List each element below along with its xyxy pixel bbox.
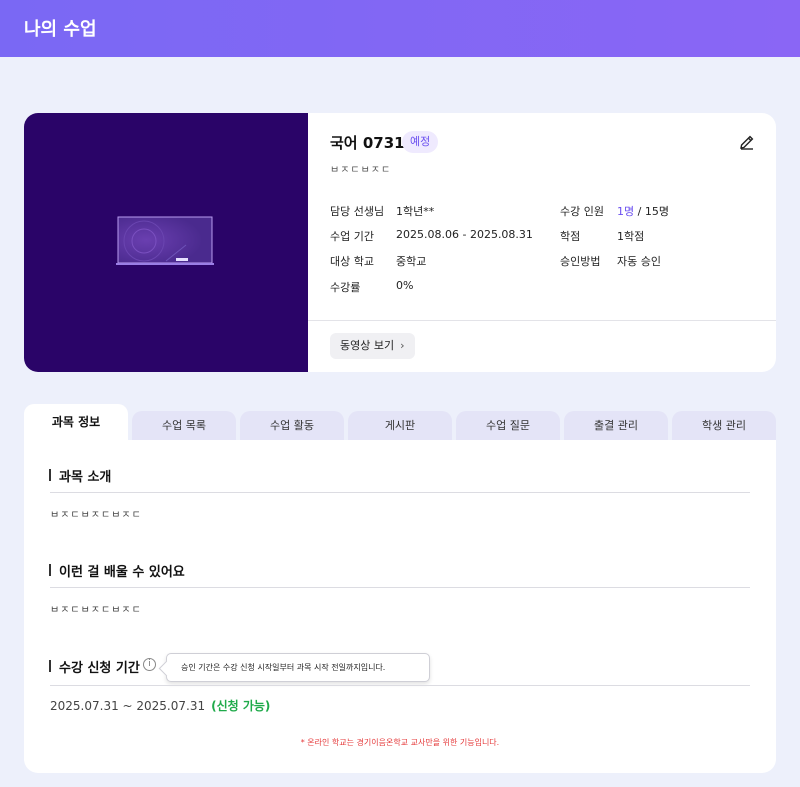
progress-value: 0% bbox=[396, 279, 414, 292]
course-description: ㅂㅈㄷㅂㅈㄷ bbox=[330, 165, 392, 176]
approval-label: 승인방법 bbox=[560, 255, 601, 268]
credit-label: 학점 bbox=[560, 230, 581, 243]
tab-lesson-activity[interactable]: 수업 활동 bbox=[240, 411, 344, 440]
progress-label: 수강률 bbox=[330, 281, 361, 294]
tab-students[interactable]: 학생 관리 bbox=[672, 411, 776, 440]
course-card: 국어 0731 예정 ㅂㅈㄷㅂㅈㄷ 담당 선생님 1학년** 수업 기간 202… bbox=[24, 113, 776, 372]
info-divider bbox=[308, 320, 776, 321]
learn-title: 이런 걸 배울 수 있어요 bbox=[49, 561, 185, 580]
intro-text: ㅂㅈㄷㅂㅈㄷㅂㅈㄷ bbox=[50, 510, 142, 521]
tab-lesson-list[interactable]: 수업 목록 bbox=[132, 411, 236, 440]
pencil-icon bbox=[740, 135, 754, 150]
capacity-current: 1명 bbox=[617, 205, 635, 218]
tab-questions[interactable]: 수업 질문 bbox=[456, 411, 560, 440]
capacity-label: 수강 인원 bbox=[560, 205, 604, 218]
period-status: (신청 가능) bbox=[211, 699, 271, 713]
tab-course-info[interactable]: 과목 정보 bbox=[24, 404, 128, 440]
period-divider bbox=[50, 685, 750, 686]
course-info-panel: 과목 소개 ㅂㅈㄷㅂㅈㄷㅂㅈㄷ 이런 걸 배울 수 있어요 ㅂㅈㄷㅂㅈㄷㅂㅈㄷ … bbox=[24, 440, 776, 773]
course-title: 국어 0731 bbox=[330, 134, 405, 152]
capacity-total: / 15명 bbox=[637, 205, 669, 218]
video-button-label: 동영상 보기 bbox=[340, 339, 395, 352]
period-label: 수업 기간 bbox=[330, 230, 374, 243]
video-button[interactable]: 동영상 보기 › bbox=[330, 333, 415, 359]
tab-attendance[interactable]: 출결 관리 bbox=[564, 411, 668, 440]
tab-bar: 과목 정보 수업 목록 수업 활동 게시판 수업 질문 출결 관리 학생 관리 bbox=[24, 404, 776, 440]
page-title: 나의 수업 bbox=[24, 19, 97, 40]
capacity-value: 1명 / 15명 bbox=[617, 203, 669, 219]
teacher-label: 담당 선생님 bbox=[330, 205, 385, 218]
course-thumbnail bbox=[24, 113, 308, 372]
learn-divider bbox=[50, 587, 750, 588]
status-badge: 예정 bbox=[402, 131, 439, 153]
learn-text: ㅂㅈㄷㅂㅈㄷㅂㅈㄷ bbox=[50, 605, 142, 616]
period-range-text: 2025.07.31 ~ 2025.07.31 bbox=[50, 699, 206, 713]
notice-text: * 온라인 학교는 경기이음온학교 교사만을 위한 기능입니다. bbox=[300, 738, 500, 747]
teacher-value: 1학년** bbox=[396, 205, 435, 218]
school-value: 중학교 bbox=[396, 255, 427, 268]
school-label: 대상 학교 bbox=[330, 255, 374, 268]
chalkboard-illustration bbox=[116, 216, 214, 265]
credit-value: 1학점 bbox=[617, 230, 645, 243]
chevron-right-icon: › bbox=[400, 339, 405, 352]
intro-divider bbox=[50, 492, 750, 493]
period-tooltip: 승인 기간은 수강 신청 시작일부터 과목 시작 전일까지입니다. bbox=[166, 653, 430, 682]
period-value: 2025.08.06 - 2025.08.31 bbox=[396, 228, 533, 241]
period-title: 수강 신청 기간 bbox=[49, 657, 140, 676]
period-range: 2025.07.31 ~ 2025.07.31 (신청 가능) bbox=[50, 697, 270, 714]
approval-value: 자동 승인 bbox=[617, 255, 661, 268]
intro-title: 과목 소개 bbox=[48, 466, 111, 485]
top-header: 나의 수업 bbox=[0, 0, 800, 57]
tab-board[interactable]: 게시판 bbox=[348, 411, 452, 440]
course-info: 국어 0731 예정 ㅂㅈㄷㅂㅈㄷ 담당 선생님 1학년** 수업 기간 202… bbox=[308, 113, 776, 372]
edit-button[interactable] bbox=[738, 133, 758, 153]
info-icon[interactable]: i bbox=[143, 658, 156, 671]
